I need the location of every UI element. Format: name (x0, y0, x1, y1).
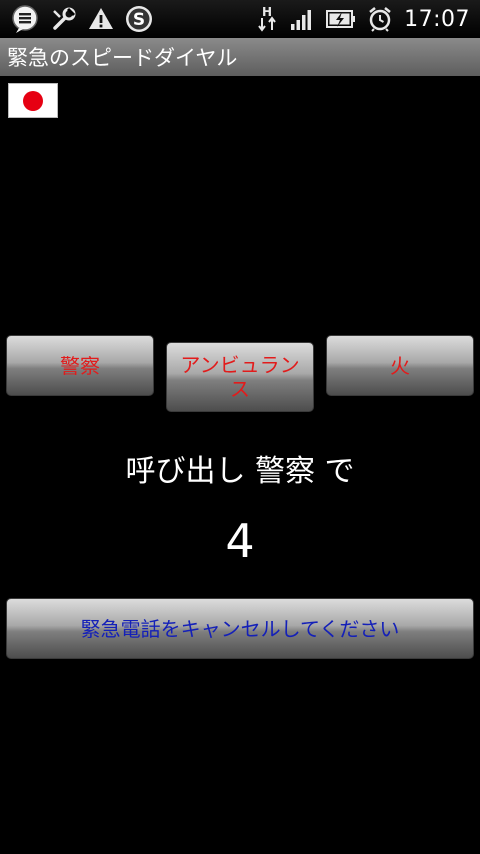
svg-text:S: S (133, 10, 145, 30)
cancel-emergency-call-button[interactable]: 緊急電話をキャンセルしてください (6, 598, 474, 659)
signal-icon (291, 10, 312, 30)
page-title: 緊急のスピードダイヤル (7, 46, 238, 70)
status-bar: S H 17:07 (0, 0, 480, 38)
status-clock: 17:07 (404, 6, 470, 32)
flag-sun (23, 91, 43, 111)
police-button[interactable]: 警察 (6, 335, 154, 396)
battery-charging-icon (326, 10, 356, 28)
tools-icon (53, 7, 76, 30)
japan-flag-icon[interactable] (8, 83, 58, 118)
system-icons: H 17:07 (256, 0, 480, 38)
calling-status-text: 呼び出し 警察 で (125, 454, 355, 489)
alarm-clock-icon (369, 7, 391, 32)
skype-icon: S (126, 6, 152, 32)
countdown-number: 4 (225, 514, 255, 568)
warning-icon (89, 8, 113, 29)
ambulance-button[interactable]: アンビュランス (166, 342, 314, 412)
data-transfer-icon: H (258, 5, 276, 32)
network-type-label: H (262, 5, 272, 19)
fire-button[interactable]: 火 (326, 335, 474, 396)
notification-icons: S (0, 0, 154, 38)
notes-app-icon (12, 5, 38, 33)
title-bar: 緊急のスピードダイヤル (0, 38, 480, 76)
